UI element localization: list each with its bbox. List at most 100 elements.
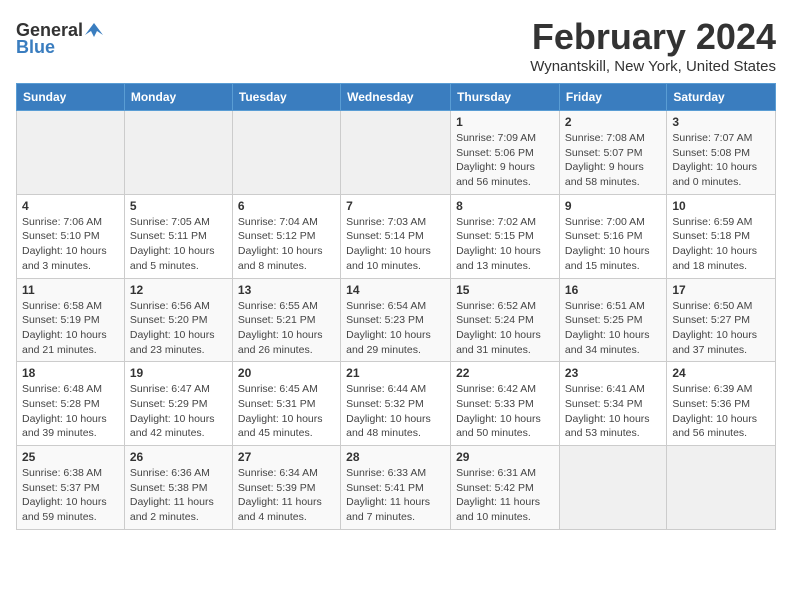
daylight-text: Daylight: 10 hours and 34 minutes.	[565, 329, 650, 356]
calendar-week-row: 4Sunrise: 7:06 AMSunset: 5:10 PMDaylight…	[17, 194, 776, 278]
calendar-cell: 20 Sunrise: 6:45 AM Sunset: 5:31 PM Dayligh…	[232, 362, 340, 446]
calendar-cell	[124, 111, 232, 195]
day-detail: Sunrise: 7:07 AMSunset: 5:08 PMDaylight:…	[672, 131, 770, 190]
sunset-text: Sunset: 5:16 PM	[565, 230, 643, 242]
logo-blue-text: Blue	[16, 37, 55, 58]
title-area: February 2024 Wynantskill, New York, Uni…	[530, 16, 776, 75]
daylight-text: Daylight: 10 hours and 53 minutes.	[565, 413, 650, 440]
logo: General Blue	[16, 20, 103, 58]
calendar-cell: 2Sunrise: 7:08 AMSunset: 5:07 PMDaylight…	[559, 111, 666, 195]
calendar-cell: 16Sunrise: 6:51 AMSunset: 5:25 PMDayligh…	[559, 278, 666, 362]
sunset-text: Sunset: 5:07 PM	[565, 147, 643, 159]
sunset-text: Sunset: 5:21 PM	[238, 314, 316, 326]
day-number: 18	[22, 366, 119, 380]
daylight-text: Daylight: 10 hours and 5 minutes.	[130, 245, 215, 272]
day-number: 5	[130, 199, 227, 213]
day-number: 13	[238, 283, 335, 297]
sunrise-text: Sunrise: 7:02 AM	[456, 216, 536, 228]
sunset-text: Sunset: 5:38 PM	[130, 482, 208, 494]
day-detail: Sunrise: 7:06 AMSunset: 5:10 PMDaylight:…	[22, 215, 119, 274]
daylight-text: Daylight: 10 hours and 3 minutes.	[22, 245, 107, 272]
calendar-table: SundayMondayTuesdayWednesdayThursdayFrid…	[16, 83, 776, 530]
sunrise-text: Sunrise: 7:07 AM	[672, 132, 752, 144]
weekday-header-wednesday: Wednesday	[341, 84, 451, 111]
calendar-cell: 3Sunrise: 7:07 AMSunset: 5:08 PMDaylight…	[667, 111, 776, 195]
daylight-text: Daylight: 10 hours and 37 minutes.	[672, 329, 757, 356]
calendar-cell	[559, 446, 666, 530]
day-number: 6	[238, 199, 335, 213]
sunrise-text: Sunrise: 6:55 AM	[238, 300, 318, 312]
day-detail: Sunrise: 6:36 AM Sunset: 5:38 PM Daylight:…	[130, 466, 227, 525]
day-number: 19	[130, 366, 227, 380]
daylight-text: Daylight: 9 hours and 58 minutes.	[565, 161, 644, 188]
day-number: 27	[238, 450, 335, 464]
sunset-text: Sunset: 5:06 PM	[456, 147, 534, 159]
calendar-cell: 5 Sunrise: 7:05 AM Sunset: 5:11 PM Daylight…	[124, 194, 232, 278]
day-detail: Sunrise: 6:31 AMSunset: 5:42 PMDaylight:…	[456, 466, 554, 525]
daylight-text: Daylight: 11 hours and 4 minutes.	[238, 496, 322, 523]
calendar-cell: 8 Sunrise: 7:02 AMSunset: 5:15 PMDaylight…	[451, 194, 560, 278]
sunset-text: Sunset: 5:10 PM	[22, 230, 100, 242]
day-detail: Sunrise: 7:09 AMSunset: 5:06 PMDaylight:…	[456, 131, 554, 190]
sunrise-text: Sunrise: 6:33 AM	[346, 467, 426, 479]
calendar-cell: 13 Sunrise: 6:55 AM Sunset: 5:21 PM Dayligh…	[232, 278, 340, 362]
day-number: 9	[565, 199, 661, 213]
sunset-text: Sunset: 5:31 PM	[238, 398, 316, 410]
weekday-header-sunday: Sunday	[17, 84, 125, 111]
calendar-cell: 12Sunrise: 6:56 AMSunset: 5:20 PMDayligh…	[124, 278, 232, 362]
sunset-text: Sunset: 5:24 PM	[456, 314, 534, 326]
sunrise-text: Sunrise: 6:39 AM	[672, 383, 752, 395]
day-detail: Sunrise: 6:54 AMSunset: 5:23 PMDaylight:…	[346, 299, 445, 358]
sunrise-text: Sunrise: 6:50 AM	[672, 300, 752, 312]
sunset-text: Sunset: 5:27 PM	[672, 314, 750, 326]
month-title: February 2024	[530, 16, 776, 58]
sunrise-text: Sunrise: 6:36 AM	[130, 467, 210, 479]
sunrise-text: Sunrise: 7:00 AM	[565, 216, 645, 228]
page-header: General Blue February 2024 Wynantskill, …	[16, 16, 776, 75]
day-detail: Sunrise: 6:47 AMSunset: 5:29 PMDaylight:…	[130, 382, 227, 441]
day-detail: Sunrise: 6:38 AMSunset: 5:37 PMDaylight:…	[22, 466, 119, 525]
sunset-text: Sunset: 5:32 PM	[346, 398, 424, 410]
daylight-text: Daylight: 10 hours and 42 minutes.	[130, 413, 215, 440]
day-number: 20	[238, 366, 335, 380]
daylight-text: Daylight: 10 hours and 39 minutes.	[22, 413, 107, 440]
daylight-text: Daylight: 10 hours and 26 minutes.	[238, 329, 323, 356]
day-detail: Sunrise: 6:41 AMSunset: 5:34 PMDaylight:…	[565, 382, 661, 441]
sunset-text: Sunset: 5:25 PM	[565, 314, 643, 326]
day-number: 10	[672, 199, 770, 213]
daylight-text: Daylight: 9 hours and 56 minutes.	[456, 161, 535, 188]
day-number: 15	[456, 283, 554, 297]
sunset-text: Sunset: 5:41 PM	[346, 482, 424, 494]
calendar-cell: 26Sunrise: 6:36 AMSunset: 5:38 PMDayligh…	[124, 446, 232, 530]
day-detail: Sunrise: 6:58 AMSunset: 5:19 PMDaylight:…	[22, 299, 119, 358]
sunset-text: Sunset: 5:36 PM	[672, 398, 750, 410]
daylight-text: Daylight: 10 hours and 21 minutes.	[22, 329, 107, 356]
day-number: 8	[456, 199, 554, 213]
daylight-text: Daylight: 10 hours and 48 minutes.	[346, 413, 431, 440]
calendar-cell: 17Sunrise: 6:50 AMSunset: 5:27 PMDayligh…	[667, 278, 776, 362]
day-detail: Sunrise: 6:34 AMSunset: 5:39 PMDaylight:…	[238, 466, 335, 525]
sunrise-text: Sunrise: 7:05 AM	[130, 216, 210, 228]
weekday-header-saturday: Saturday	[667, 84, 776, 111]
calendar-week-row: 25Sunrise: 6:38 AMSunset: 5:37 PMDayligh…	[17, 446, 776, 530]
day-number: 12	[130, 283, 227, 297]
day-detail: Sunrise: 7:02 AMSunset: 5:15 PMDaylight:…	[456, 215, 554, 274]
weekday-header-tuesday: Tuesday	[232, 84, 340, 111]
sunrise-text: Sunrise: 6:47 AM	[130, 383, 210, 395]
daylight-text: Daylight: 10 hours and 45 minutes.	[238, 413, 323, 440]
calendar-cell	[17, 111, 125, 195]
sunrise-text: Sunrise: 6:45 AM	[238, 383, 318, 395]
day-detail: Sunrise: 6:45 AM Sunset: 5:31 PM Daylight:…	[238, 382, 335, 441]
sunset-text: Sunset: 5:23 PM	[346, 314, 424, 326]
sunset-text: Sunset: 5:11 PM	[130, 230, 207, 242]
day-number: 28	[346, 450, 445, 464]
day-detail: Sunrise: 6:59 AMSunset: 5:18 PMDaylight:…	[672, 215, 770, 274]
day-detail: Sunrise: 6:33 AMSunset: 5:41 PMDaylight:…	[346, 466, 445, 525]
day-detail: Sunrise: 6:52 AMSunset: 5:24 PMDaylight:…	[456, 299, 554, 358]
calendar-cell: 14Sunrise: 6:54 AMSunset: 5:23 PMDayligh…	[341, 278, 451, 362]
daylight-text: Daylight: 11 hours and 2 minutes.	[130, 496, 214, 523]
sunrise-text: Sunrise: 6:48 AM	[22, 383, 102, 395]
sunrise-text: Sunrise: 6:56 AM	[130, 300, 210, 312]
day-detail: Sunrise: 6:48 AMSunset: 5:28 PMDaylight:…	[22, 382, 119, 441]
calendar-cell	[341, 111, 451, 195]
